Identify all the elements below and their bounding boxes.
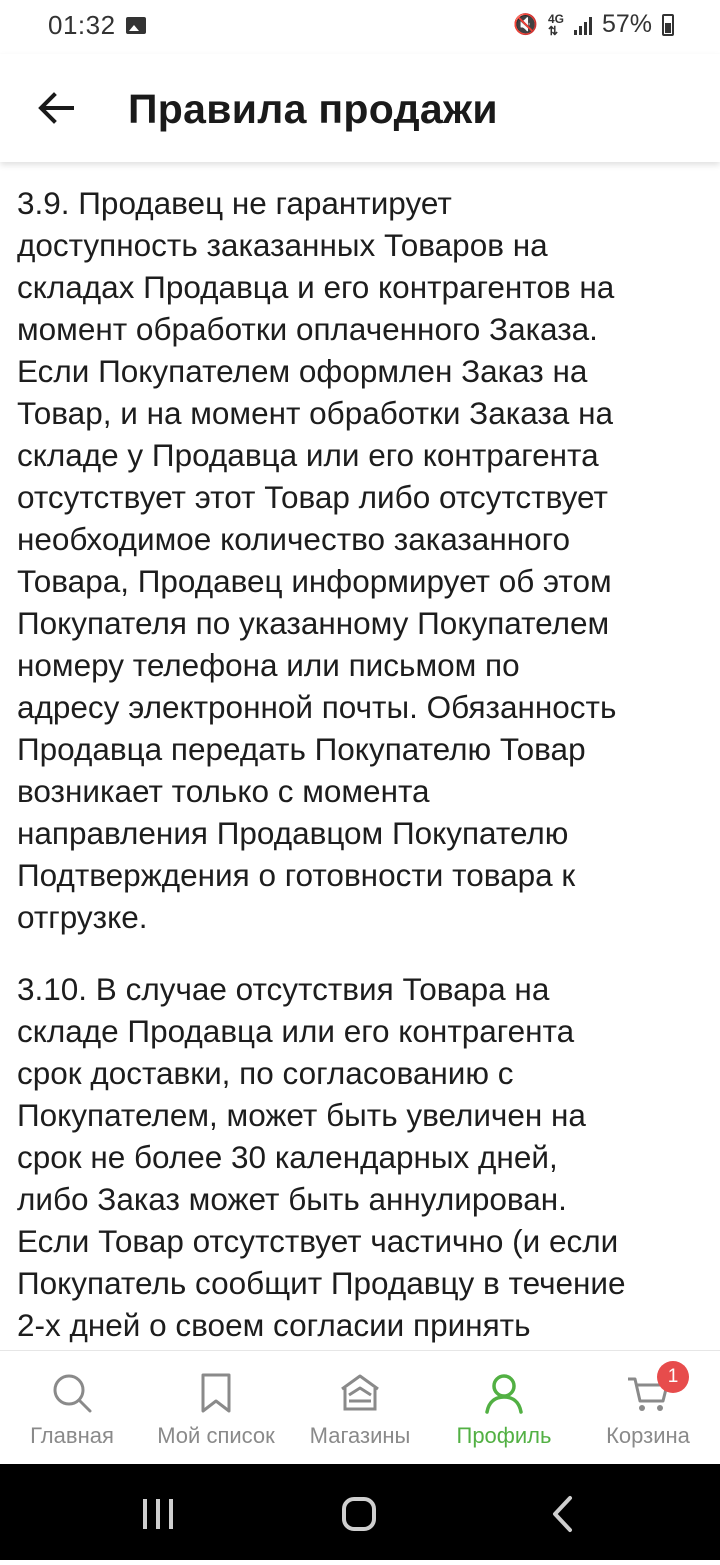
nav-label-my-list: Мой список bbox=[157, 1423, 275, 1448]
nav-label-cart: Корзина bbox=[606, 1423, 690, 1448]
nav-item-stores[interactable]: Магазины bbox=[288, 1351, 432, 1465]
nav-item-cart[interactable]: 1 Корзина bbox=[576, 1351, 720, 1465]
nav-item-my-list[interactable]: Мой список bbox=[144, 1351, 288, 1465]
rules-content[interactable]: 3.9. Продавец не гарантирует доступность… bbox=[0, 162, 720, 1350]
store-icon bbox=[341, 1374, 379, 1411]
signal-icon bbox=[573, 15, 592, 35]
home-button[interactable] bbox=[299, 1464, 419, 1560]
search-icon bbox=[53, 1374, 92, 1413]
app-header: Правила продажи bbox=[0, 54, 720, 162]
battery-percent: 57% bbox=[601, 10, 652, 38]
nav-label-profile: Профиль bbox=[456, 1423, 552, 1448]
chevron-left-icon bbox=[553, 1496, 572, 1532]
bookmark-icon bbox=[201, 1373, 231, 1413]
recent-apps-button[interactable] bbox=[98, 1464, 218, 1560]
bottom-navigation: Главная Мой список Магазины Профиль 1 Ко… bbox=[0, 1350, 720, 1465]
arrow-left-icon bbox=[38, 92, 74, 124]
rule-paragraph-3-9: 3.9. Продавец не гарантирует доступность… bbox=[17, 185, 617, 935]
back-button[interactable] bbox=[30, 82, 82, 134]
rule-paragraph-3-10: 3.10. В случае отсутствия Товара на скла… bbox=[17, 971, 626, 1343]
status-bar: 01:32 🔇 4G ⇅ 57% bbox=[0, 0, 720, 54]
nav-label-home: Главная bbox=[30, 1423, 114, 1448]
nav-label-stores: Магазины bbox=[309, 1423, 411, 1448]
page-title: Правила продажи bbox=[128, 86, 498, 132]
system-navigation-bar bbox=[0, 1464, 720, 1560]
network-4g-icon: 4G ⇅ bbox=[547, 11, 564, 38]
nav-item-profile[interactable]: Профиль bbox=[432, 1351, 576, 1465]
profile-icon bbox=[485, 1374, 523, 1414]
status-time: 01:32 bbox=[48, 10, 116, 40]
battery-icon bbox=[662, 13, 674, 36]
system-back-button[interactable] bbox=[500, 1464, 620, 1560]
cart-count-badge: 1 bbox=[657, 1361, 689, 1393]
nav-item-home[interactable]: Главная bbox=[0, 1351, 144, 1465]
home-icon bbox=[342, 1497, 376, 1531]
status-indicators: 🔇 4G ⇅ 57% bbox=[513, 10, 674, 39]
mute-icon: 🔇 bbox=[513, 14, 538, 36]
gallery-notification-icon bbox=[126, 17, 146, 34]
recent-apps-icon bbox=[143, 1499, 173, 1529]
